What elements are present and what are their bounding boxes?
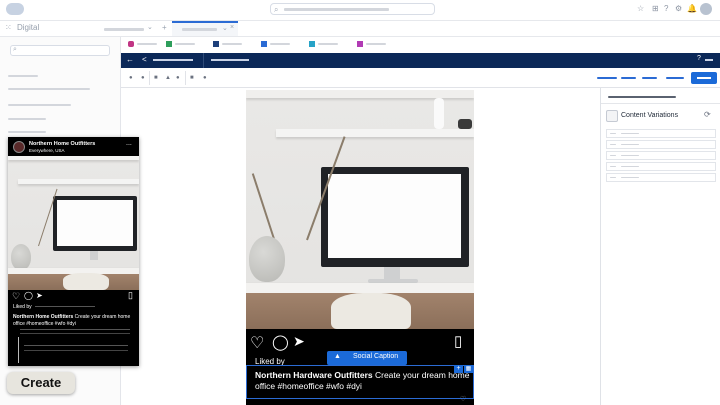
sidebar-item[interactable] bbox=[8, 88, 90, 90]
share-icon[interactable]: < bbox=[142, 55, 147, 64]
comment-icon[interactable]: ◯ bbox=[24, 291, 33, 300]
caption-account: Northern Hardware Outfitters bbox=[255, 370, 373, 380]
liked-by-text: Liked by bbox=[13, 304, 32, 310]
variations-icon bbox=[606, 110, 618, 122]
send-icon[interactable]: ➤ bbox=[36, 291, 43, 300]
send-icon[interactable]: ➤ bbox=[293, 333, 305, 350]
app-launcher-icon[interactable]: ⁙ bbox=[5, 23, 12, 32]
cloud-logo-icon bbox=[6, 3, 24, 15]
email-icon[interactable] bbox=[261, 41, 267, 47]
variation-row[interactable] bbox=[606, 162, 716, 171]
bookmark-icon[interactable]: ▯ bbox=[128, 290, 133, 301]
circle-tool-icon[interactable]: ● bbox=[141, 75, 145, 81]
bell-icon[interactable]: 🔔 bbox=[687, 4, 697, 13]
star-icon[interactable]: ☆ bbox=[637, 4, 644, 13]
sidebar-search-input[interactable]: ⌕ bbox=[10, 45, 110, 56]
filter-icon[interactable] bbox=[309, 41, 315, 47]
mini-post-card[interactable]: Northern Home Outfitters Everywhere, USA… bbox=[8, 137, 139, 366]
display-icon[interactable] bbox=[213, 41, 219, 47]
share-icon[interactable] bbox=[357, 41, 363, 47]
account-name: Northern Home Outfitters bbox=[29, 141, 96, 147]
sidebar-item[interactable] bbox=[8, 104, 71, 106]
instagram-icon[interactable] bbox=[128, 41, 134, 47]
editor-toolbar: ● ● ■ ▲ ● ■ ● bbox=[121, 68, 720, 88]
sidebar-item[interactable] bbox=[8, 131, 46, 133]
comment-icon[interactable]: ◯ bbox=[272, 333, 289, 351]
circle-tool-icon[interactable]: ● bbox=[129, 75, 133, 81]
add-icon[interactable]: + bbox=[454, 365, 463, 373]
add-tab-icon[interactable]: + bbox=[162, 23, 167, 32]
help-icon[interactable]: ? bbox=[697, 55, 701, 62]
circle-tool-icon[interactable]: ● bbox=[203, 75, 207, 81]
magnifier-icon: ⌕ bbox=[274, 5, 279, 14]
global-header: ⌕ ☆ ⊞ ? ⚙ 🔔 bbox=[0, 0, 720, 20]
editor-header-bar: ← < ? bbox=[121, 53, 720, 68]
heart-icon[interactable]: ♡ bbox=[250, 333, 264, 353]
sidebar-item[interactable] bbox=[8, 75, 38, 77]
channel-tabs bbox=[121, 37, 720, 53]
create-button[interactable]: Create bbox=[7, 372, 75, 394]
tab-label-placeholder[interactable] bbox=[104, 28, 144, 31]
sheet-icon[interactable] bbox=[166, 41, 172, 47]
gear-icon[interactable]: ⚙ bbox=[675, 4, 682, 13]
caption-tag-icon: ▲ bbox=[334, 353, 341, 360]
help-icon[interactable]: ? bbox=[664, 4, 668, 13]
variation-row[interactable] bbox=[606, 129, 716, 138]
caption-block[interactable]: Northern Hardware Outfitters Create your… bbox=[246, 365, 474, 399]
avatar bbox=[13, 141, 25, 153]
caption-account: Northern Home Outfitters bbox=[13, 314, 74, 320]
social-caption-tag[interactable]: ▲ Social Caption bbox=[327, 351, 407, 365]
circle-tool-icon[interactable]: ● bbox=[176, 75, 180, 81]
global-search-input[interactable]: ⌕ bbox=[270, 3, 435, 15]
bookmark-icon[interactable]: ▯ bbox=[454, 332, 462, 350]
active-tab[interactable]: ⌄ × bbox=[172, 21, 238, 36]
chevron-down-icon[interactable]: ⌄ bbox=[222, 24, 228, 32]
primary-button[interactable] bbox=[691, 72, 717, 84]
square-tool-icon[interactable]: ■ bbox=[190, 75, 194, 81]
close-icon[interactable]: × bbox=[230, 24, 234, 31]
sidebar-item[interactable] bbox=[8, 118, 46, 120]
app-name: Digital bbox=[17, 23, 40, 32]
location-text: Everywhere, USA bbox=[29, 148, 65, 153]
magnifier-icon: ⌕ bbox=[13, 46, 17, 53]
app-tab-bar: ⁙ Digital ⌄ + ⌄ × bbox=[0, 20, 720, 37]
variation-row[interactable] bbox=[606, 173, 716, 182]
variation-row[interactable] bbox=[606, 140, 716, 149]
social-caption-label: Social Caption bbox=[353, 353, 399, 360]
user-avatar[interactable] bbox=[700, 3, 712, 15]
content-variations-title: Content Variations bbox=[621, 112, 679, 119]
content-variations-header: Content Variations ⟳ bbox=[604, 107, 716, 127]
square-tool-icon[interactable]: ■ bbox=[154, 75, 158, 81]
trash-icon[interactable]: ▦ bbox=[464, 365, 473, 373]
triangle-tool-icon[interactable]: ▲ bbox=[165, 75, 171, 81]
plus-icon[interactable]: ⊞ bbox=[652, 4, 659, 13]
heart-icon[interactable]: ♡ bbox=[12, 291, 20, 302]
back-arrow-icon[interactable]: ← bbox=[126, 55, 134, 64]
variation-row[interactable] bbox=[606, 151, 716, 160]
refresh-icon[interactable]: ⟳ bbox=[704, 110, 711, 119]
more-options-icon[interactable]: ... bbox=[126, 140, 132, 147]
heart-icon: ♡ bbox=[460, 396, 467, 403]
chevron-down-icon[interactable]: ⌄ bbox=[147, 23, 153, 31]
